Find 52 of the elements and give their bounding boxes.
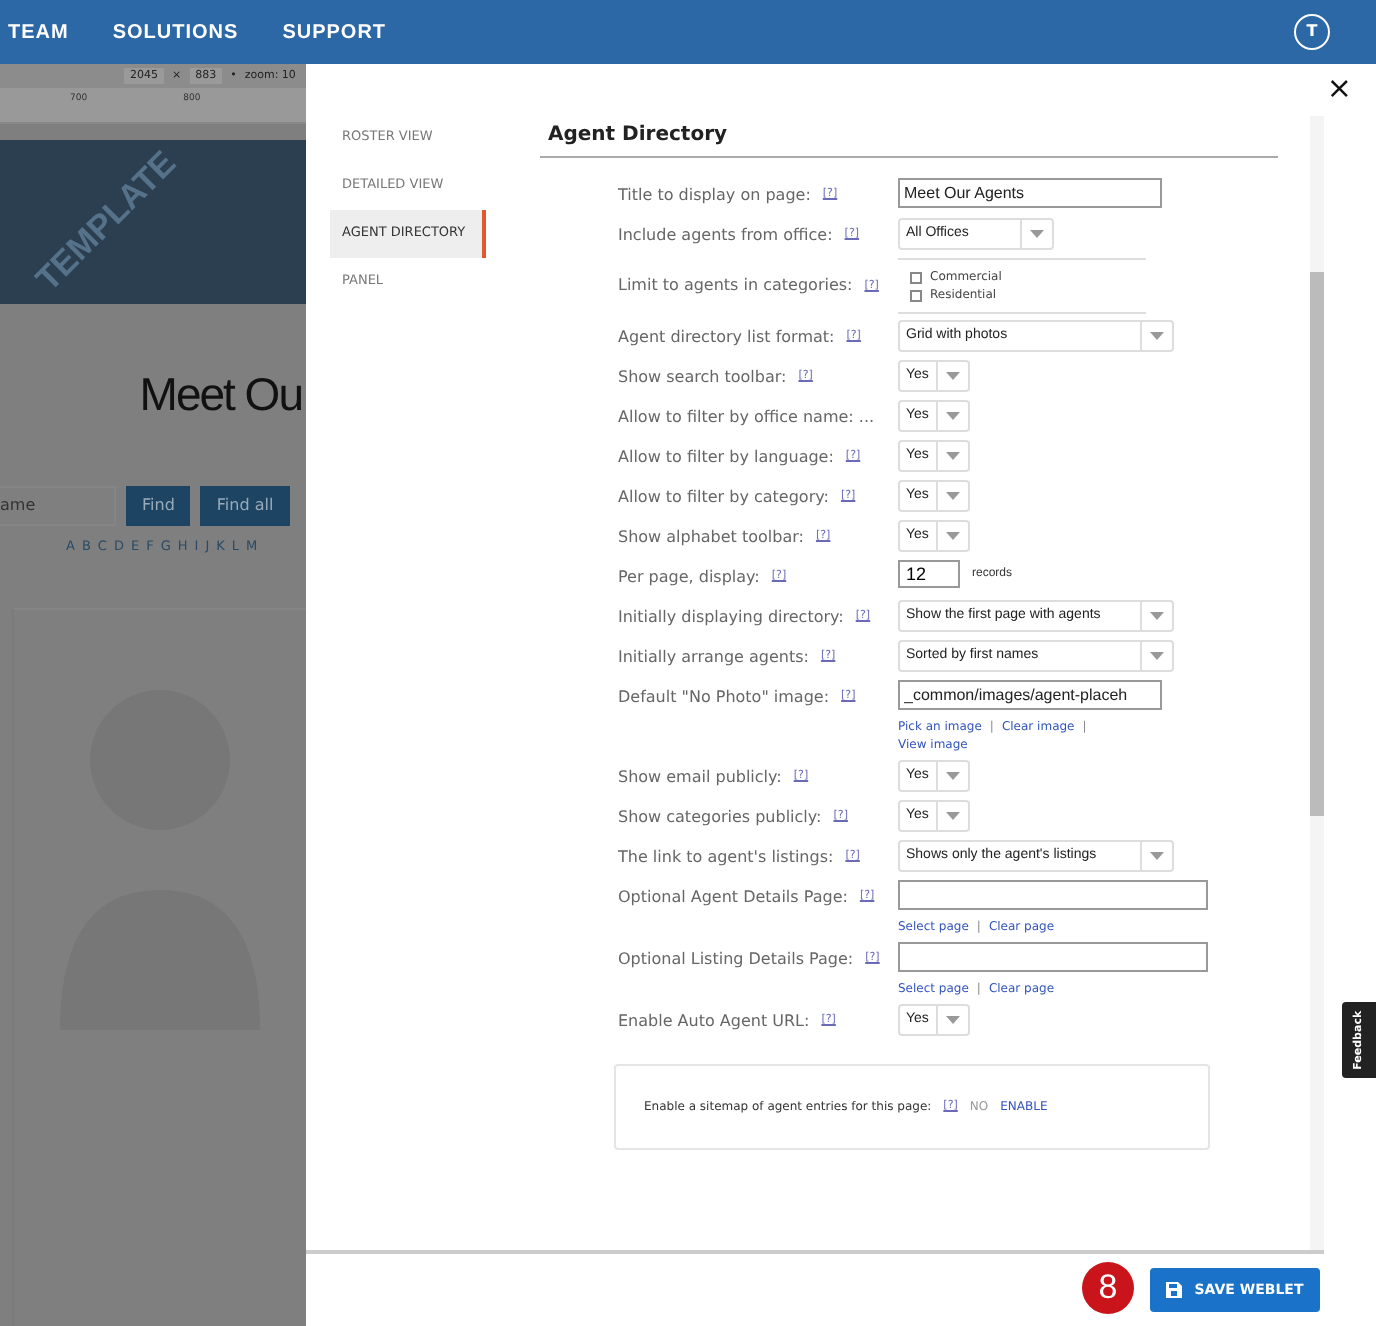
field-label: Allow to filter by language:	[618, 445, 834, 469]
field-label: Include agents from office:	[618, 223, 833, 247]
field-label: Optional Listing Details Page:	[618, 947, 854, 971]
text-field[interactable]: _common/images/agent-placeh	[898, 680, 1162, 710]
caret-icon	[946, 1016, 960, 1024]
field-label: The link to agent's listings:	[618, 845, 834, 869]
field-label: Show alphabet toolbar:	[618, 525, 804, 549]
checkbox[interactable]	[910, 289, 922, 301]
checkbox[interactable]	[910, 271, 922, 283]
nav-link[interactable]: SOLUTIONS	[112, 17, 239, 47]
save-icon	[1166, 1282, 1183, 1298]
text-field[interactable]	[898, 942, 1208, 972]
caret-icon	[946, 532, 960, 540]
text-field[interactable]	[898, 880, 1208, 910]
step-badge: 8	[1082, 1262, 1134, 1314]
caret-icon	[946, 812, 960, 820]
caret-icon	[946, 772, 960, 780]
field-label: Initially displaying directory:	[618, 605, 844, 629]
caret-icon	[1150, 332, 1164, 340]
find-button[interactable]: Find	[126, 485, 191, 525]
text-field[interactable]: Meet Our Agents	[898, 178, 1162, 208]
caret-icon	[1150, 612, 1164, 620]
field-label: Title to display on page:	[618, 183, 811, 207]
field-label: Show search toolbar:	[618, 365, 787, 389]
field-label: Default "No Photo" image:	[618, 685, 830, 709]
find-button[interactable]: Find all	[200, 485, 290, 525]
field-label: Optional Agent Details Page:	[618, 885, 848, 909]
field-label: Limit to agents in categories:	[618, 274, 853, 298]
field-label: Initially arrange agents:	[618, 645, 809, 669]
field-label: Show email publicly:	[618, 765, 782, 789]
section-title: Agent Directory	[548, 122, 730, 150]
field-label: Agent directory list format:	[618, 325, 835, 349]
field-label: Allow to filter by office name: ...	[618, 405, 875, 429]
caret-icon	[1150, 852, 1164, 860]
nav-link[interactable]: TEAM	[8, 17, 69, 47]
field-label: Per page, display:	[618, 565, 760, 589]
close-button[interactable]: ×	[1326, 74, 1352, 104]
field-label: Enable Auto Agent URL:	[618, 1009, 810, 1033]
caret-icon	[1030, 230, 1044, 238]
nav-link[interactable]: SUPPORT	[282, 17, 387, 47]
number-field[interactable]: 12	[898, 560, 960, 588]
search-field[interactable]: ame	[0, 485, 116, 525]
caret-icon	[946, 412, 960, 420]
caret-icon	[946, 452, 960, 460]
user-avatar[interactable]: T	[1294, 14, 1330, 50]
field-label: Show categories publicly:	[618, 805, 822, 829]
field-label: Allow to filter by category:	[618, 485, 829, 509]
scrollbar[interactable]	[1310, 116, 1324, 1252]
caret-icon	[946, 492, 960, 500]
caret-icon	[946, 372, 960, 380]
caret-icon	[1150, 652, 1164, 660]
preview-heading: Meet Ou	[137, 366, 302, 424]
